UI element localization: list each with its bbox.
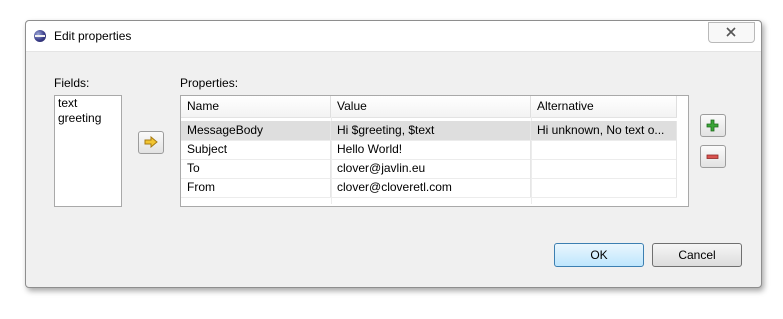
cell-alternative[interactable] bbox=[531, 178, 677, 197]
cancel-button[interactable]: Cancel bbox=[652, 243, 742, 267]
table-row[interactable]: From clover@cloveretl.com bbox=[181, 178, 677, 198]
minus-icon bbox=[706, 154, 719, 159]
cell-name[interactable]: Subject bbox=[181, 140, 331, 159]
fields-list[interactable]: text greeting bbox=[54, 95, 122, 207]
cell-name[interactable]: To bbox=[181, 159, 331, 178]
properties-label: Properties: bbox=[180, 76, 239, 90]
fields-label: Fields: bbox=[54, 76, 90, 90]
column-header-value[interactable]: Value bbox=[331, 96, 531, 117]
cell-alternative[interactable] bbox=[531, 140, 677, 159]
arrow-right-icon bbox=[144, 136, 158, 148]
cell-value[interactable]: clover@javlin.eu bbox=[331, 159, 531, 178]
cell-name[interactable]: MessageBody bbox=[181, 121, 331, 140]
cell-alternative[interactable] bbox=[531, 159, 677, 178]
add-property-button[interactable] bbox=[700, 114, 726, 137]
properties-table: Name Value Alternative MessageBody Hi $g… bbox=[180, 95, 689, 207]
eclipse-icon bbox=[34, 30, 46, 42]
plus-icon bbox=[706, 119, 719, 132]
add-field-button[interactable] bbox=[138, 131, 164, 154]
column-header-alternative[interactable]: Alternative bbox=[531, 96, 677, 117]
field-item-text[interactable]: text bbox=[55, 96, 121, 111]
cell-value[interactable]: Hello World! bbox=[331, 140, 531, 159]
close-button[interactable] bbox=[708, 22, 755, 43]
table-row[interactable]: MessageBody Hi $greeting, $text Hi unkno… bbox=[181, 121, 677, 141]
edit-properties-dialog: Edit properties Fields: text greeting Pr… bbox=[25, 20, 762, 288]
cell-name[interactable]: From bbox=[181, 178, 331, 197]
window-title: Edit properties bbox=[54, 29, 132, 43]
cell-value[interactable]: clover@cloveretl.com bbox=[331, 178, 531, 197]
field-item-greeting[interactable]: greeting bbox=[55, 111, 121, 126]
remove-property-button[interactable] bbox=[700, 145, 726, 168]
column-header-name[interactable]: Name bbox=[181, 96, 331, 117]
cell-alternative[interactable]: Hi unknown, No text o... bbox=[531, 121, 677, 140]
table-row[interactable]: Subject Hello World! bbox=[181, 140, 677, 160]
title-bar: Edit properties bbox=[26, 21, 761, 52]
table-row[interactable]: To clover@javlin.eu bbox=[181, 159, 677, 179]
cell-value[interactable]: Hi $greeting, $text bbox=[331, 121, 531, 140]
close-icon bbox=[726, 27, 736, 37]
ok-button[interactable]: OK bbox=[554, 243, 644, 267]
table-header: Name Value Alternative bbox=[181, 96, 677, 118]
